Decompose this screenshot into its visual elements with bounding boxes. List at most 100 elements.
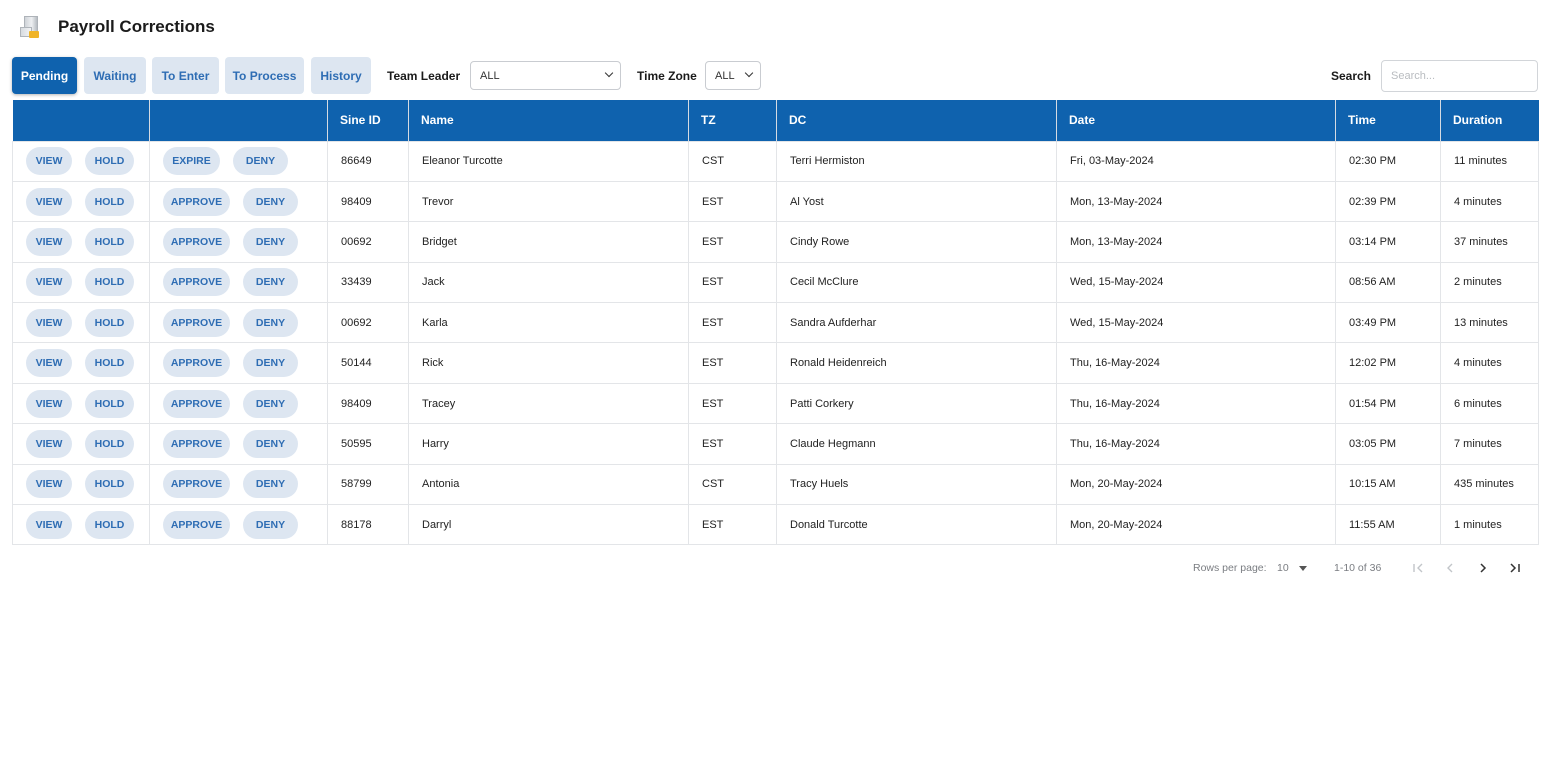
hold-button[interactable]: HOLD [85, 268, 134, 297]
time-cell: 03:49 PM [1335, 302, 1441, 344]
hold-button[interactable]: HOLD [85, 308, 134, 337]
tab-to-process[interactable]: To Process [225, 57, 304, 94]
time-cell: 11:55 AM [1335, 504, 1441, 546]
chevron-right-icon [1480, 563, 1487, 573]
chevron-left-icon [1447, 563, 1453, 573]
tab-history[interactable]: History [311, 57, 371, 94]
view-button[interactable]: VIEW [26, 308, 72, 337]
chevron-down-icon [744, 68, 754, 78]
table-row: VIEW HOLD APPROVE DENY 58799 Antonia CST Tracy … [12, 463, 1539, 506]
time-cell: 12:02 PM [1335, 342, 1441, 384]
time-cell: 03:14 PM [1335, 221, 1441, 263]
approve-button[interactable]: APPROVE [163, 470, 230, 499]
approve-button[interactable]: APPROVE [163, 227, 230, 256]
tz-cell: EST [688, 261, 777, 304]
hold-button[interactable]: HOLD [85, 349, 134, 378]
tab-to-enter[interactable]: To Enter [152, 57, 219, 94]
col-header-sine-id[interactable]: Sine ID [327, 100, 409, 141]
deny-button[interactable]: DENY [243, 187, 298, 216]
rows-per-page-select[interactable]: 10 [1277, 558, 1307, 578]
approve-button[interactable]: APPROVE [163, 268, 230, 297]
row-actions-cell-1: VIEW HOLD [12, 261, 150, 304]
dc-cell: Tracy Huels [776, 463, 1057, 506]
name-cell: Darryl [408, 504, 689, 546]
col-header-dc[interactable]: DC [776, 100, 1057, 141]
col-header-tz[interactable]: TZ [688, 100, 777, 141]
approve-button[interactable]: APPROVE [163, 429, 230, 458]
date-cell: Thu, 16-May-2024 [1056, 382, 1336, 425]
duration-cell: 4 minutes [1440, 180, 1539, 223]
sine-id-cell: 98409 [327, 382, 409, 425]
deny-button[interactable]: DENY [243, 227, 298, 256]
col-header-duration[interactable]: Duration [1440, 100, 1539, 141]
deny-button[interactable]: DENY [243, 470, 298, 499]
deny-button[interactable]: DENY [243, 308, 298, 337]
tab-pending[interactable]: Pending [12, 57, 77, 94]
table-row: VIEW HOLD EXPIRE DENY 86649 Eleanor Turcotte C… [12, 140, 1539, 182]
name-cell: Trevor [408, 180, 689, 223]
view-button[interactable]: VIEW [26, 187, 72, 216]
sine-id-cell: 98409 [327, 180, 409, 223]
expire-button[interactable]: EXPIRE [163, 147, 220, 176]
view-button[interactable]: VIEW [26, 389, 72, 418]
row-actions-cell-2: APPROVE DENY [149, 504, 328, 546]
last-page-button[interactable] [1505, 558, 1525, 578]
name-cell: Antonia [408, 463, 689, 506]
row-actions-cell-2: APPROVE DENY [149, 463, 328, 506]
next-page-button[interactable] [1473, 558, 1493, 578]
search-label: Search [1330, 68, 1371, 83]
tz-cell: CST [688, 140, 777, 182]
deny-button[interactable]: DENY [243, 429, 298, 458]
row-actions-cell-1: VIEW HOLD [12, 342, 150, 384]
view-button[interactable]: VIEW [26, 268, 72, 297]
deny-button[interactable]: DENY [243, 349, 298, 378]
chevron-down-icon [604, 68, 614, 78]
search-input[interactable] [1381, 60, 1538, 92]
caret-down-icon [1298, 565, 1307, 571]
hold-button[interactable]: HOLD [85, 147, 134, 176]
view-button[interactable]: VIEW [26, 510, 72, 539]
view-button[interactable]: VIEW [26, 147, 72, 176]
deny-button[interactable]: DENY [243, 389, 298, 418]
hold-button[interactable]: HOLD [85, 510, 134, 539]
view-button[interactable]: VIEW [26, 227, 72, 256]
approve-button[interactable]: APPROVE [163, 389, 230, 418]
duration-cell: 13 minutes [1440, 302, 1539, 344]
deny-button[interactable]: DENY [233, 147, 288, 176]
deny-button[interactable]: DENY [243, 268, 298, 297]
first-page-button[interactable] [1408, 558, 1428, 578]
duration-cell: 37 minutes [1440, 221, 1539, 263]
deny-button[interactable]: DENY [243, 510, 298, 539]
col-header-name[interactable]: Name [408, 100, 689, 141]
date-cell: Mon, 20-May-2024 [1056, 463, 1336, 506]
view-button[interactable]: VIEW [26, 349, 72, 378]
row-actions-cell-2: APPROVE DENY [149, 261, 328, 304]
approve-button[interactable]: APPROVE [163, 308, 230, 337]
view-button[interactable]: VIEW [26, 470, 72, 499]
view-button[interactable]: VIEW [26, 429, 72, 458]
duration-cell: 1 minutes [1440, 504, 1539, 546]
hold-button[interactable]: HOLD [85, 389, 134, 418]
rows-per-page-value: 10 [1277, 562, 1289, 574]
approve-button[interactable]: APPROVE [163, 510, 230, 539]
hold-button[interactable]: HOLD [85, 227, 134, 256]
corrections-table: Sine ID Name TZ DC Date Time Duration VI… [12, 100, 1539, 546]
tab-waiting[interactable]: Waiting [84, 57, 146, 94]
hold-button[interactable]: HOLD [85, 429, 134, 458]
prev-page-button[interactable] [1440, 558, 1460, 578]
time-zone-select[interactable]: ALL [705, 61, 761, 90]
row-actions-cell-2: APPROVE DENY [149, 302, 328, 344]
col-header-time[interactable]: Time [1335, 100, 1441, 141]
approve-button[interactable]: APPROVE [163, 349, 230, 378]
dc-cell: Terri Hermiston [776, 140, 1057, 182]
row-actions-cell-2: EXPIRE DENY [149, 140, 328, 182]
col-header-date[interactable]: Date [1056, 100, 1336, 141]
time-zone-value: ALL [715, 69, 735, 82]
team-leader-select[interactable]: ALL [470, 61, 621, 90]
hold-button[interactable]: HOLD [85, 187, 134, 216]
row-actions-cell-1: VIEW HOLD [12, 302, 150, 344]
hold-button[interactable]: HOLD [85, 470, 134, 499]
dc-cell: Patti Corkery [776, 382, 1057, 425]
duration-cell: 6 minutes [1440, 382, 1539, 425]
approve-button[interactable]: APPROVE [163, 187, 230, 216]
